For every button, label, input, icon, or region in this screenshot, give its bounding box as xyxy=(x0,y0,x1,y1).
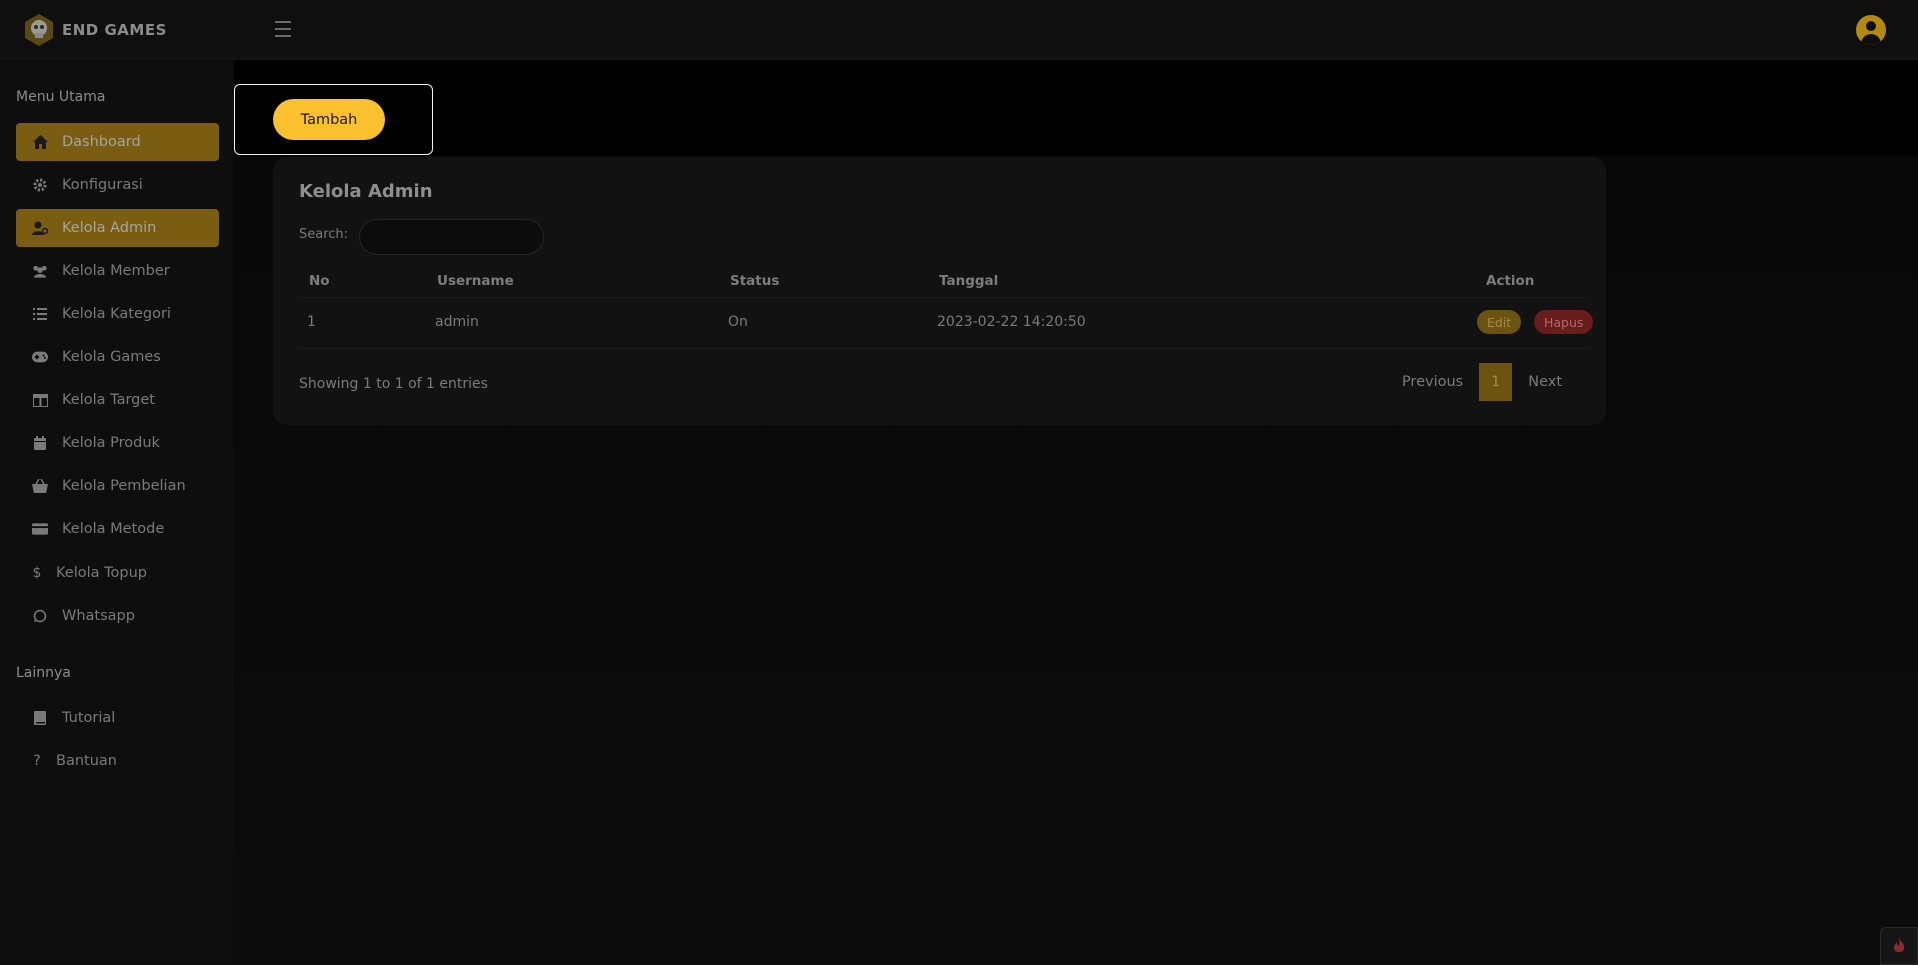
sidebar-item-label: Konfigurasi xyxy=(62,177,143,193)
sidebar-item-kelola-target[interactable]: Kelola Target xyxy=(16,381,219,419)
sidebar-item-tutorial[interactable]: Tutorial xyxy=(16,699,219,737)
list-icon xyxy=(32,306,48,322)
sidebar-item-label: Whatsapp xyxy=(62,608,135,624)
column-header-tanggal[interactable]: Tanggal xyxy=(939,273,998,289)
sidebar-item-label: Kelola Pembelian xyxy=(62,478,186,494)
sidebar-item-label: Kelola Target xyxy=(62,392,155,408)
sidebar-item-label: Kelola Admin xyxy=(62,220,157,236)
card-title: Kelola Admin xyxy=(299,181,433,202)
hamburger-menu-icon[interactable] xyxy=(272,21,294,39)
users-icon xyxy=(32,263,48,279)
column-header-no[interactable]: No xyxy=(309,273,330,289)
user-avatar-icon[interactable] xyxy=(1856,15,1886,45)
book-icon xyxy=(32,710,48,726)
gamepad-icon xyxy=(32,349,48,365)
table-info: Showing 1 to 1 of 1 entries xyxy=(299,376,488,392)
calendar-icon xyxy=(32,435,48,451)
credit-card-icon xyxy=(32,521,48,537)
sidebar-item-kelola-games[interactable]: Kelola Games xyxy=(16,338,219,376)
table-header: No Username Status Tanggal Action xyxy=(299,266,1588,298)
table-icon xyxy=(32,392,48,408)
main-content: Tambah Kelola Admin Search: No Username … xyxy=(234,60,1918,965)
sidebar: Menu Utama Dashboard Konfigurasi Kelola … xyxy=(0,60,234,965)
sidebar-item-kelola-kategori[interactable]: Kelola Kategori xyxy=(16,295,219,333)
column-header-action: Action xyxy=(1486,273,1535,289)
sidebar-item-kelola-pembelian[interactable]: Kelola Pembelian xyxy=(16,467,219,505)
basket-icon xyxy=(32,478,48,494)
brand[interactable]: END GAMES xyxy=(22,14,167,46)
cell-no: 1 xyxy=(307,314,316,330)
pagination-previous[interactable]: Previous xyxy=(1386,374,1479,390)
delete-button[interactable]: Hapus xyxy=(1534,310,1594,334)
sidebar-item-label: Kelola Topup xyxy=(56,565,147,581)
sidebar-item-kelola-member[interactable]: Kelola Member xyxy=(16,252,219,290)
sidebar-item-label: Kelola Member xyxy=(62,263,170,279)
column-header-status[interactable]: Status xyxy=(730,273,779,289)
sidebar-item-kelola-produk[interactable]: Kelola Produk xyxy=(16,424,219,462)
sidebar-item-label: Kelola Games xyxy=(62,349,161,365)
sidebar-item-label: Kelola Kategori xyxy=(62,306,171,322)
section-title-other: Lainnya xyxy=(16,665,71,681)
sidebar-item-label: Kelola Metode xyxy=(62,521,165,537)
flame-icon[interactable] xyxy=(1880,927,1918,965)
sidebar-item-kelola-admin[interactable]: Kelola Admin xyxy=(16,209,219,247)
search-input[interactable] xyxy=(359,219,544,255)
skull-logo-icon xyxy=(22,13,56,47)
sidebar-item-label: Bantuan xyxy=(56,753,117,769)
pagination-page-1[interactable]: 1 xyxy=(1479,363,1513,401)
question-icon: ? xyxy=(33,753,41,769)
section-title-main: Menu Utama xyxy=(16,89,106,105)
column-header-username[interactable]: Username xyxy=(437,273,514,289)
sidebar-item-kelola-topup[interactable]: $ Kelola Topup xyxy=(16,554,219,592)
pagination-next[interactable]: Next xyxy=(1512,374,1578,390)
sidebar-item-konfigurasi[interactable]: Konfigurasi xyxy=(16,166,219,204)
topbar: END GAMES xyxy=(0,0,1918,60)
user-cog-icon xyxy=(32,220,48,236)
sidebar-item-bantuan[interactable]: ? Bantuan xyxy=(16,742,219,780)
sidebar-item-kelola-metode[interactable]: Kelola Metode xyxy=(16,510,219,548)
cell-tanggal: 2023-02-22 14:20:50 xyxy=(937,314,1086,330)
cell-status: On xyxy=(728,314,748,330)
cell-username: admin xyxy=(435,314,479,330)
sidebar-item-label: Tutorial xyxy=(62,710,116,726)
add-button[interactable]: Tambah xyxy=(273,99,385,140)
pagination: Previous 1 Next xyxy=(1386,363,1578,401)
sidebar-item-label: Kelola Produk xyxy=(62,435,160,451)
admin-table: No Username Status Tanggal Action 1 admi… xyxy=(299,266,1594,349)
whatsapp-icon xyxy=(32,608,48,624)
gear-icon xyxy=(32,177,48,193)
sidebar-item-label: Dashboard xyxy=(62,134,141,150)
sidebar-item-dashboard[interactable]: Dashboard xyxy=(16,123,219,161)
home-icon xyxy=(32,134,48,150)
search-label: Search: xyxy=(299,227,349,242)
admin-table-card: Kelola Admin Search: No Username Status … xyxy=(273,157,1606,425)
edit-button[interactable]: Edit xyxy=(1477,310,1522,334)
brand-name: END GAMES xyxy=(62,21,167,39)
table-row: 1 admin On 2023-02-22 14:20:50 Edit Hapu… xyxy=(299,298,1594,349)
sidebar-item-whatsapp[interactable]: Whatsapp xyxy=(16,597,219,635)
dollar-icon: $ xyxy=(32,565,42,581)
